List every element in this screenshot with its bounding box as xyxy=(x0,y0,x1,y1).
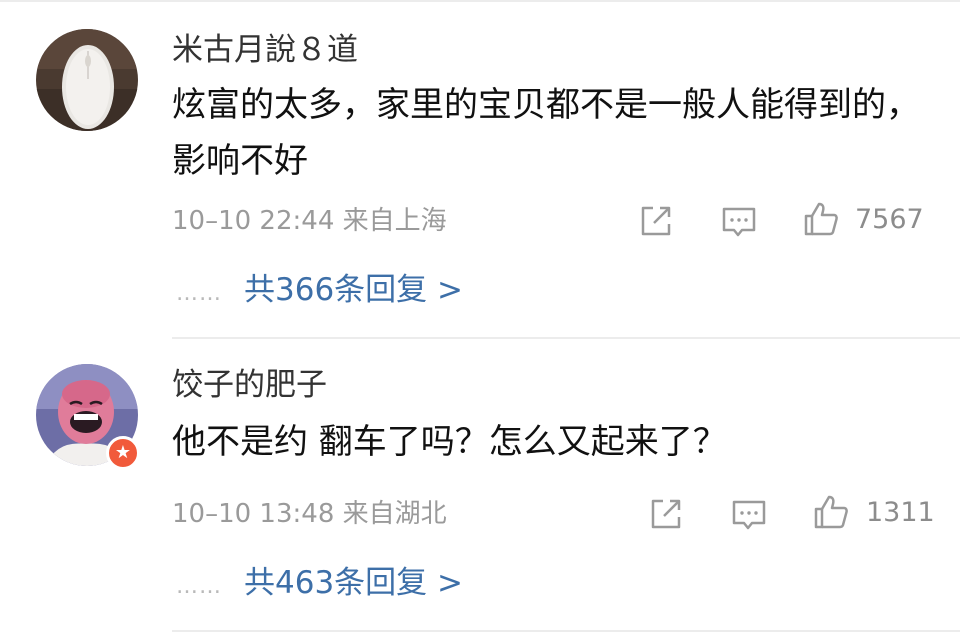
mouse-photo-avatar xyxy=(36,29,138,131)
username[interactable]: 饺子的肥子 xyxy=(172,365,327,405)
comment-meta: 10–10 22:44 来自上海 xyxy=(172,203,447,239)
replies-count-text: 共366条回复 > xyxy=(244,272,463,308)
like-count: 7567 xyxy=(855,204,924,235)
share-icon[interactable] xyxy=(636,201,676,241)
comment-divider xyxy=(172,630,960,632)
view-replies-link[interactable]: …… 共366条回复 > xyxy=(176,270,463,315)
comment-location: 来自上海 xyxy=(342,206,447,236)
replies-count-text: 共463条回复 > xyxy=(244,565,463,601)
comment-text: 他不是约 翻车了吗？怎么又起来了？ xyxy=(172,422,727,462)
comment-divider xyxy=(172,337,960,339)
comment-text: 炫富的太多，家里的宝贝都不是一般人能得到的，影响不好 xyxy=(172,85,920,181)
replies-dots: …… xyxy=(176,574,222,599)
comment-location: 来自湖北 xyxy=(342,499,447,529)
comment-time: 10–10 22:44 xyxy=(172,206,335,236)
comment-icon[interactable] xyxy=(719,201,759,241)
thumbs-up-icon[interactable] xyxy=(811,492,851,532)
share-icon[interactable] xyxy=(646,494,686,534)
star-badge-icon: ★ xyxy=(106,436,140,470)
like-count: 1311 xyxy=(866,497,935,528)
replies-dots: …… xyxy=(176,281,222,306)
thumbs-up-icon[interactable] xyxy=(801,199,841,239)
comment-icon[interactable] xyxy=(729,494,769,534)
view-replies-link[interactable]: …… 共463条回复 > xyxy=(176,563,463,608)
username[interactable]: 米古月說８道 xyxy=(172,30,358,70)
comment-time: 10–10 13:48 xyxy=(172,499,335,529)
top-divider xyxy=(0,0,960,2)
comment-meta: 10–10 13:48 来自湖北 xyxy=(172,496,447,532)
user-avatar[interactable] xyxy=(36,29,138,131)
